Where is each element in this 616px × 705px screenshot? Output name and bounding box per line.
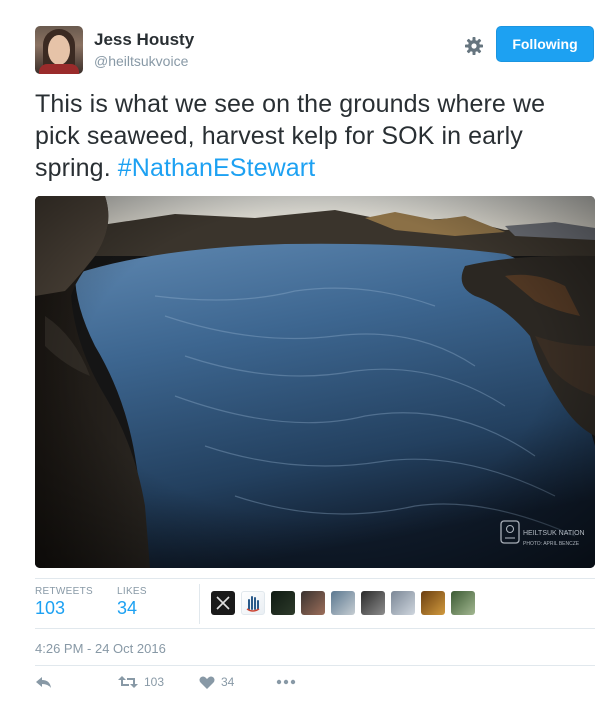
avatar-face	[48, 35, 70, 65]
tweet-timestamp[interactable]: 4:26 PM - 24 Oct 2016	[35, 641, 166, 656]
group-photo-avatar[interactable]	[301, 591, 325, 615]
reply-icon	[36, 677, 51, 688]
hand-logo-avatar[interactable]	[241, 591, 265, 615]
watermark-line1: HEILTSUK NATION	[523, 530, 585, 537]
rock-avatar[interactable]	[361, 591, 385, 615]
more-button[interactable]	[276, 672, 296, 692]
following-button[interactable]: Following	[496, 26, 594, 62]
tidal-pool-photo: HEILTSUK NATION PHOTO: APRIL BENCZE	[35, 196, 595, 568]
tweet-photo[interactable]: HEILTSUK NATION PHOTO: APRIL BENCZE	[35, 196, 595, 568]
divider-middle	[35, 628, 595, 629]
retweet-button[interactable]: 103	[118, 672, 164, 692]
retweets-label: RETWEETS	[35, 586, 93, 597]
stats-separator	[199, 584, 200, 624]
night-sky-avatar[interactable]	[271, 591, 295, 615]
retweet-action-count: 103	[144, 675, 165, 689]
retweets-count[interactable]: 103	[35, 598, 65, 619]
settings-gear-icon[interactable]	[461, 33, 487, 59]
forest-avatar[interactable]	[451, 591, 475, 615]
like-action-count: 34	[221, 675, 235, 689]
heart-icon	[199, 676, 215, 689]
ocean-avatar[interactable]	[331, 591, 355, 615]
more-dots-icon	[276, 679, 296, 685]
likes-count[interactable]: 34	[117, 598, 137, 619]
divider-bottom	[35, 665, 595, 666]
tweet-text: This is what we see on the grounds where…	[35, 88, 595, 184]
author-handle[interactable]: @heiltsukvoice	[94, 53, 188, 69]
author-avatar[interactable]	[35, 26, 83, 74]
gear-icon	[465, 37, 483, 55]
reply-button[interactable]	[35, 672, 53, 692]
like-button[interactable]: 34	[199, 672, 234, 692]
avatar-shirt	[39, 64, 79, 74]
golden-avatar[interactable]	[421, 591, 445, 615]
hashtag-link[interactable]: #NathanEStewart	[118, 154, 315, 182]
x-logo-avatar[interactable]	[211, 591, 235, 615]
divider-top	[35, 578, 595, 579]
likes-label: LIKES	[117, 586, 147, 597]
landscape-avatar[interactable]	[391, 591, 415, 615]
watermark-line2: PHOTO: APRIL BENCZE	[523, 541, 580, 547]
retweet-icon	[118, 676, 138, 688]
author-name[interactable]: Jess Housty	[94, 30, 194, 50]
likers-avatars	[211, 591, 475, 615]
